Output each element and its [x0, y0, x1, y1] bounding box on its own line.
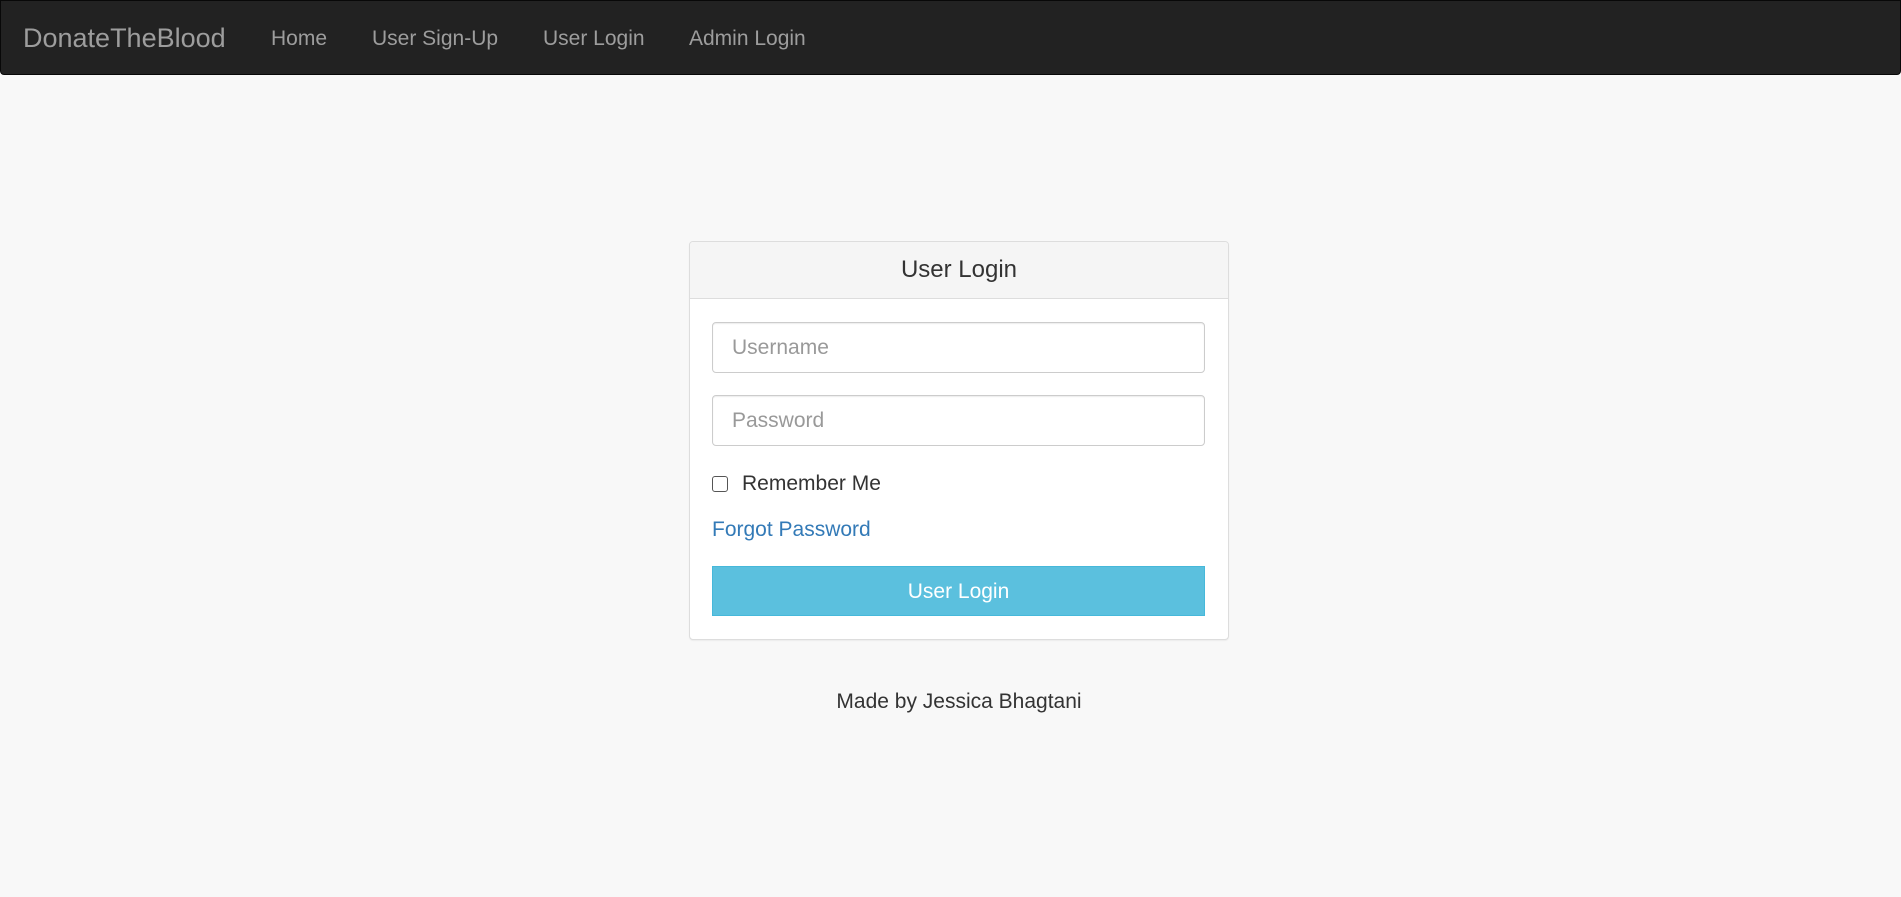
- remember-me-checkbox[interactable]: [712, 476, 728, 492]
- user-login-button[interactable]: User Login: [712, 566, 1205, 616]
- nav-link-user-signup[interactable]: User Sign-Up: [372, 1, 498, 76]
- password-input[interactable]: [712, 395, 1205, 446]
- footer-credit: Made by Jessica Bhagtani: [836, 690, 1082, 713]
- username-input[interactable]: [712, 322, 1205, 373]
- remember-me-option[interactable]: Remember Me: [712, 470, 881, 498]
- top-navbar: DonateTheBlood Home User Sign-Up User Lo…: [0, 0, 1901, 75]
- nav-link-user-login[interactable]: User Login: [543, 1, 645, 76]
- brand-link[interactable]: DonateTheBlood: [23, 1, 226, 76]
- nav-link-home[interactable]: Home: [271, 1, 327, 76]
- nav-link-admin-login[interactable]: Admin Login: [689, 1, 806, 76]
- remember-me-label: Remember Me: [742, 472, 881, 495]
- login-panel: User Login Remember Me Forgot Password U…: [689, 241, 1229, 640]
- login-panel-title: User Login: [690, 242, 1228, 299]
- forgot-password-link[interactable]: Forgot Password: [712, 516, 871, 544]
